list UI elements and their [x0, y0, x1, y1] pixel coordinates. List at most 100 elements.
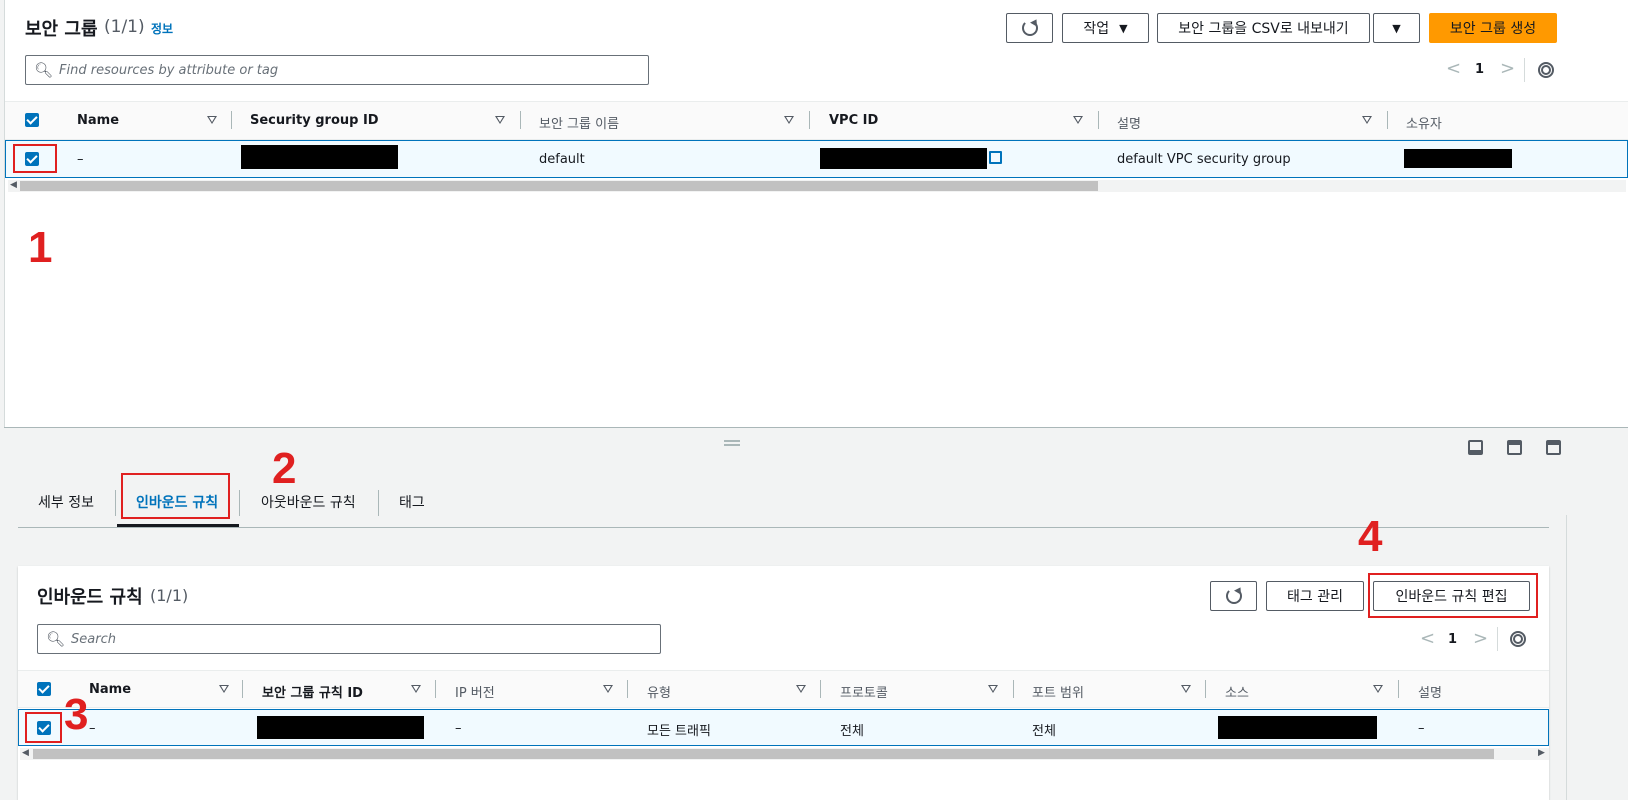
scroll-right-arrow[interactable]: ▶ — [1538, 748, 1545, 758]
select-all-checkbox[interactable] — [25, 113, 39, 127]
table-header — [5, 101, 1628, 140]
col-description[interactable]: 설명 — [1418, 682, 1442, 701]
pagination-page[interactable]: 1 — [1475, 62, 1484, 77]
export-csv-button[interactable]: 보안 그룹을 CSV로 내보내기 — [1157, 13, 1370, 43]
divider — [1098, 111, 1099, 129]
search-icon: 🔍︎ — [46, 630, 66, 648]
info-link[interactable]: 정보 — [151, 20, 173, 37]
tab-outbound-rules[interactable]: 아웃바운드 규칙 — [261, 492, 356, 512]
sort-icon[interactable] — [603, 685, 613, 693]
col-security-group-id[interactable]: Security group ID — [250, 113, 379, 128]
gear-icon[interactable] — [1510, 631, 1526, 647]
scrollbar-thumb[interactable] — [33, 749, 1494, 759]
col-description[interactable]: 설명 — [1117, 113, 1141, 132]
actions-dropdown[interactable]: 작업 ▼ — [1062, 13, 1149, 43]
divider — [231, 111, 232, 129]
sort-icon[interactable] — [796, 685, 806, 693]
pagination-prev[interactable]: < — [1420, 628, 1435, 649]
export-menu-button[interactable]: ▼ — [1373, 13, 1420, 43]
inbound-refresh-button[interactable] — [1210, 581, 1257, 611]
sort-icon[interactable] — [495, 116, 505, 124]
sort-icon[interactable] — [1373, 685, 1383, 693]
redacted-owner — [1404, 149, 1512, 168]
row-name: – — [89, 721, 96, 736]
annotation-3: 3 — [64, 690, 89, 739]
manage-tags-button[interactable]: 태그 관리 — [1266, 581, 1364, 611]
external-link-icon[interactable] — [989, 151, 1002, 164]
divider — [435, 680, 436, 698]
refresh-button[interactable] — [1006, 13, 1053, 43]
annotation-1: 1 — [28, 223, 53, 272]
panel-side-icon[interactable] — [1507, 440, 1522, 455]
col-vpc-id[interactable]: VPC ID — [829, 113, 878, 128]
scroll-left-arrow[interactable]: ◀ — [10, 180, 17, 190]
scrollbar-thumb[interactable] — [20, 181, 1098, 191]
row-type: 모든 트래픽 — [647, 724, 711, 739]
tab-tags[interactable]: 태그 — [399, 492, 425, 512]
search-placeholder: Search — [71, 631, 116, 647]
col-security-group-name[interactable]: 보안 그룹 이름 — [539, 113, 619, 132]
search-input[interactable]: 🔍︎ Find resources by attribute or tag — [25, 55, 649, 85]
refresh-icon — [1225, 588, 1242, 604]
divider — [1205, 680, 1206, 698]
inbound-search-input[interactable]: 🔍︎ Search — [37, 624, 661, 654]
row-port-range: 전체 — [1032, 724, 1056, 739]
col-type[interactable]: 유형 — [647, 682, 671, 701]
row-name: – — [77, 152, 84, 167]
sort-icon[interactable] — [207, 116, 217, 124]
col-owner[interactable]: 소유자 — [1406, 113, 1442, 132]
divider — [1497, 627, 1498, 651]
divider — [378, 490, 379, 516]
redacted-source — [1218, 716, 1377, 739]
divider — [1398, 680, 1399, 698]
row-ip-version: – — [455, 721, 462, 736]
annotation-box-4 — [1368, 573, 1538, 618]
sort-icon[interactable] — [1362, 116, 1372, 124]
tabs-baseline — [18, 527, 1549, 528]
divider — [627, 680, 628, 698]
col-ip-version[interactable]: IP 버전 — [455, 682, 495, 701]
col-port-range[interactable]: 포트 범위 — [1032, 682, 1084, 701]
inbound-title: 인바운드 규칙 — [37, 587, 143, 608]
inbound-table-header — [18, 670, 1549, 708]
pagination-next[interactable]: > — [1473, 628, 1488, 649]
sort-icon[interactable] — [411, 685, 421, 693]
tab-details[interactable]: 세부 정보 — [38, 492, 94, 512]
drag-handle-icon[interactable] — [724, 440, 740, 446]
divider — [809, 111, 810, 129]
sort-icon[interactable] — [988, 685, 998, 693]
row-security-group-name: default — [539, 152, 585, 167]
divider — [1013, 680, 1014, 698]
annotation-box-3 — [25, 712, 62, 743]
create-security-group-button[interactable]: 보안 그룹 생성 — [1429, 13, 1557, 43]
pagination-next[interactable]: > — [1500, 58, 1515, 79]
vertical-scrollbar[interactable] — [1566, 515, 1567, 800]
sort-icon[interactable] — [1181, 685, 1191, 693]
row-protocol: 전체 — [840, 724, 864, 739]
sort-icon[interactable] — [1073, 116, 1083, 124]
row-description: default VPC security group — [1117, 152, 1291, 167]
sort-icon[interactable] — [219, 685, 229, 693]
pagination-prev[interactable]: < — [1446, 58, 1461, 79]
pagination-page[interactable]: 1 — [1448, 632, 1457, 647]
annotation-box-2 — [121, 473, 230, 519]
col-protocol[interactable]: 프로토콜 — [840, 682, 888, 701]
sort-icon[interactable] — [784, 116, 794, 124]
col-name[interactable]: Name — [89, 682, 131, 697]
annotation-2: 2 — [272, 444, 297, 493]
col-name[interactable]: Name — [77, 113, 119, 128]
gear-icon[interactable] — [1538, 62, 1554, 78]
redacted-rule-id — [257, 716, 424, 739]
col-rule-id[interactable]: 보안 그룹 규칙 ID — [262, 682, 363, 701]
refresh-icon — [1021, 20, 1038, 36]
annotation-box-1 — [13, 144, 57, 173]
col-source[interactable]: 소스 — [1225, 682, 1249, 701]
divider — [1524, 58, 1525, 82]
divider — [520, 111, 521, 129]
panel-maximize-icon[interactable] — [1546, 440, 1561, 455]
select-all-checkbox[interactable] — [37, 682, 51, 696]
caret-down-icon: ▼ — [1119, 21, 1128, 35]
split-panel-divider[interactable] — [4, 427, 1628, 428]
panel-bottom-icon[interactable] — [1468, 440, 1483, 455]
scroll-left-arrow[interactable]: ◀ — [22, 748, 29, 758]
